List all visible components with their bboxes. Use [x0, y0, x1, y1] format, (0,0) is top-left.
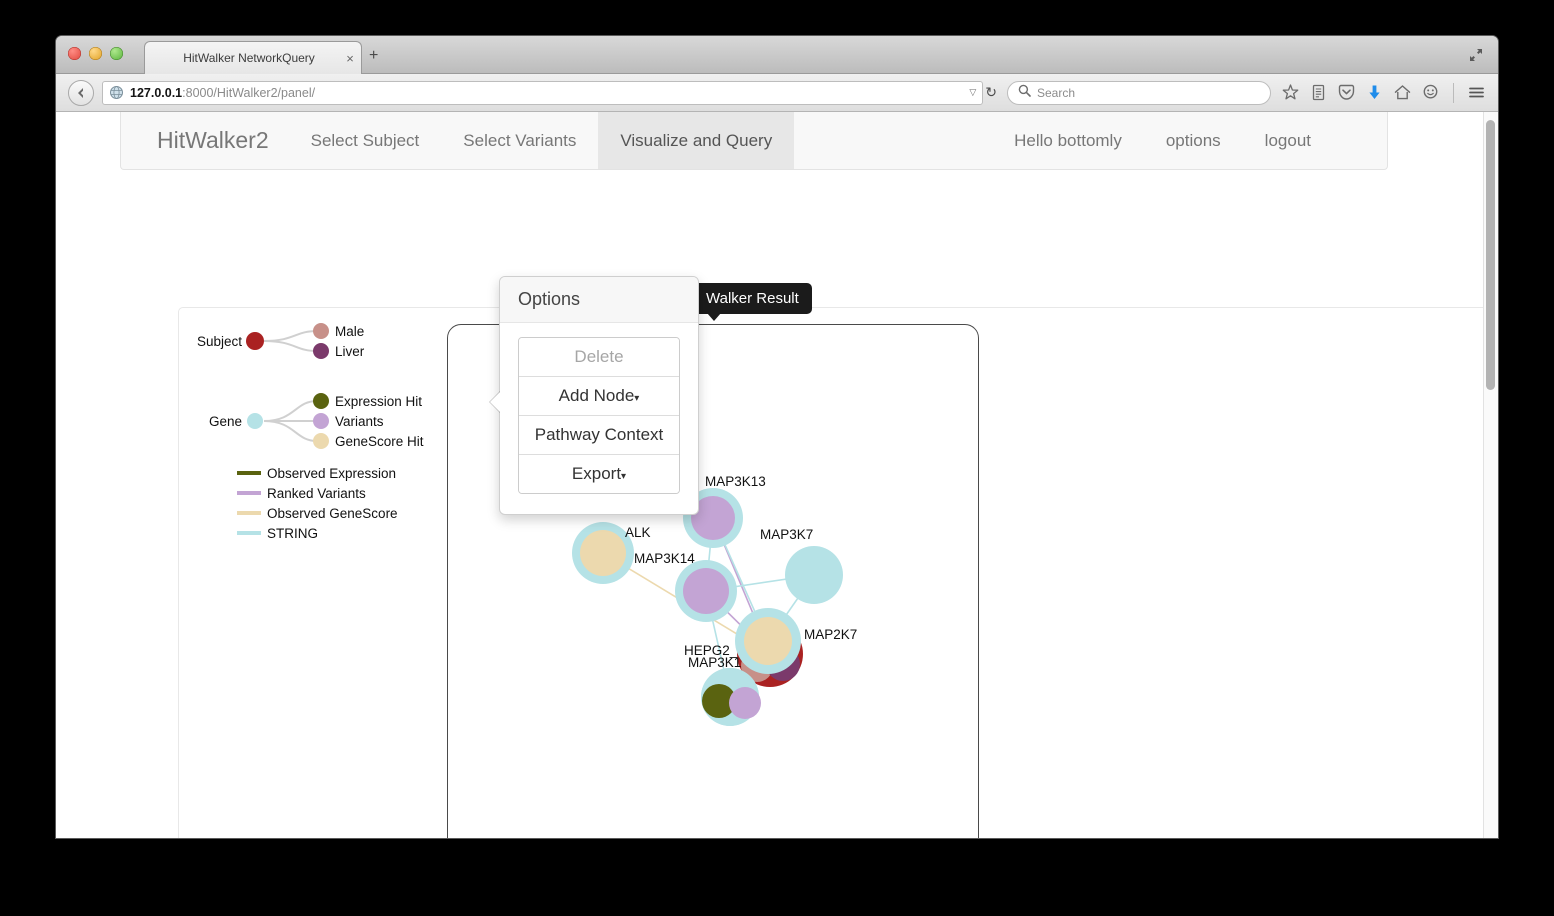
legend-node-male	[313, 323, 329, 339]
export-button[interactable]: Export▾	[519, 455, 679, 493]
maximize-window-button[interactable]	[110, 47, 123, 60]
browser-tab[interactable]: HitWalker NetworkQuery ×	[144, 41, 362, 74]
legend-edge-label: STRING	[267, 526, 318, 541]
popover-body: Delete Add Node▾ Pathway Context Export▾	[500, 323, 698, 514]
node-subcircle	[729, 687, 761, 719]
nav-link-select-subject[interactable]: Select Subject	[289, 112, 442, 169]
legend-link	[263, 340, 318, 352]
close-window-button[interactable]	[68, 47, 81, 60]
home-icon[interactable]	[1393, 83, 1412, 102]
pathway-context-button-label: Pathway Context	[534, 425, 664, 444]
navbar-right-group: Hello bottomly options logout	[992, 112, 1387, 169]
nav-link-visualize-and-query[interactable]: Visualize and Query	[598, 112, 795, 169]
legend-root-label: Subject	[197, 334, 242, 349]
search-placeholder: Search	[1037, 85, 1076, 100]
options-button-group: Delete Add Node▾ Pathway Context Export▾	[518, 337, 680, 494]
nav-link-options[interactable]: options	[1144, 112, 1243, 169]
delete-button-label: Delete	[574, 347, 624, 366]
chevron-down-icon[interactable]: ▽	[969, 87, 976, 98]
graph-node-map3k7[interactable]: MAP3K7	[760, 527, 843, 604]
url-host: 127.0.0.1	[130, 85, 183, 100]
url-path: :8000/HitWalker2/panel/	[182, 85, 316, 100]
popover-arrow-inner-icon	[490, 392, 500, 412]
browser-toolbar-icons	[1281, 82, 1486, 103]
app-navbar: HitWalker2 Select Subject Select Variant…	[120, 112, 1388, 170]
chevron-down-icon: ▾	[634, 393, 640, 404]
pocket-icon[interactable]	[1337, 83, 1356, 102]
downloads-icon[interactable]	[1365, 83, 1384, 102]
node-label: MAP3K7	[760, 527, 813, 542]
node-circle	[580, 530, 626, 576]
search-icon	[1018, 84, 1031, 102]
legend-node-expression-hit	[313, 393, 329, 409]
legend-node-genescore-hit	[313, 433, 329, 449]
url-bar[interactable]: 127.0.0.1:8000/HitWalker2/panel/ ▽	[102, 80, 984, 105]
browser-tab-strip: HitWalker NetworkQuery × +	[56, 36, 1498, 74]
bookmark-star-icon[interactable]	[1281, 83, 1300, 102]
delete-button[interactable]: Delete	[519, 338, 679, 377]
node-label: ALK	[625, 525, 651, 540]
legend-root-gene	[247, 413, 263, 429]
walker-result-tooltip: Walker Result	[693, 283, 812, 321]
url-text: 127.0.0.1:8000/HitWalker2/panel/	[130, 86, 963, 100]
nav-link-logout[interactable]: logout	[1243, 112, 1333, 169]
node-circle	[683, 568, 729, 614]
nav-link-select-variants[interactable]: Select Variants	[441, 112, 598, 169]
popover-title: Options	[500, 277, 698, 323]
legend-link	[263, 330, 318, 342]
tooltip-arrow-icon	[707, 313, 721, 321]
content-panel: Male Liver Subject Expression Hit Variants Ge…	[178, 307, 1498, 838]
node-circle	[744, 617, 792, 665]
legend-node-liver	[313, 343, 329, 359]
legend-node-variants	[313, 413, 329, 429]
legend-root-subject	[246, 332, 264, 350]
node-label: MAP3K14	[634, 551, 695, 566]
pathway-context-button[interactable]: Pathway Context	[519, 416, 679, 455]
back-button[interactable]	[68, 79, 94, 106]
legend-root-label: Gene	[209, 414, 242, 429]
browser-tab-title: HitWalker NetworkQuery	[183, 51, 315, 65]
add-node-button[interactable]: Add Node▾	[519, 377, 679, 416]
add-node-button-label: Add Node	[558, 386, 635, 405]
legend-link	[263, 420, 318, 442]
node-circle	[785, 546, 843, 604]
legend-label: Male	[335, 324, 364, 339]
nav-link-hello-user: Hello bottomly	[1014, 130, 1122, 150]
window-controls	[68, 47, 123, 60]
chat-icon[interactable]	[1421, 83, 1440, 102]
page-viewport: HitWalker2 Select Subject Select Variant…	[56, 112, 1498, 838]
graph-node-map3k14[interactable]: MAP3K14	[634, 551, 737, 622]
browser-window: HitWalker NetworkQuery × + 127.0.0.1:800…	[56, 36, 1498, 838]
new-tab-icon[interactable]: +	[369, 48, 378, 64]
node-label: MAP2K7	[804, 627, 857, 642]
globe-icon	[109, 85, 124, 100]
browser-nav-bar: 127.0.0.1:8000/HitWalker2/panel/ ▽ ↻ Sea…	[56, 74, 1498, 112]
tab-close-icon[interactable]: ×	[339, 52, 361, 65]
minimize-window-button[interactable]	[89, 47, 102, 60]
toolbar-divider	[1453, 82, 1454, 103]
reader-icon[interactable]	[1309, 83, 1328, 102]
legend-edge-label: Observed Expression	[267, 466, 396, 481]
brand-logo[interactable]: HitWalker2	[121, 112, 289, 169]
legend-label: Expression Hit	[335, 394, 422, 409]
hamburger-menu-icon[interactable]	[1467, 83, 1486, 102]
legend-label: GeneScore Hit	[335, 434, 424, 449]
graph-legend: Male Liver Subject Expression Hit Variants Ge…	[197, 323, 424, 541]
export-button-label: Export	[571, 464, 622, 483]
fullscreen-expand-icon[interactable]	[1468, 47, 1484, 63]
node-label: MAP3K13	[705, 474, 766, 489]
legend-edge-label: Observed GeneScore	[267, 506, 398, 521]
page-scrollbar-track[interactable]	[1483, 112, 1498, 838]
legend-label: Liver	[335, 344, 365, 359]
options-popover: Options Delete Add Node▾ Pathway Context…	[489, 276, 699, 515]
legend-label: Variants	[335, 414, 384, 429]
search-input[interactable]: Search	[1007, 80, 1271, 105]
reload-icon[interactable]: ↻	[985, 84, 997, 101]
page-scrollbar-thumb[interactable]	[1486, 120, 1495, 390]
legend-link	[263, 400, 318, 422]
chevron-down-icon: ▾	[621, 471, 627, 482]
walker-result-label: Walker Result	[706, 290, 799, 307]
node-label: MAP3K1	[688, 655, 741, 670]
legend-edge-label: Ranked Variants	[267, 486, 366, 501]
